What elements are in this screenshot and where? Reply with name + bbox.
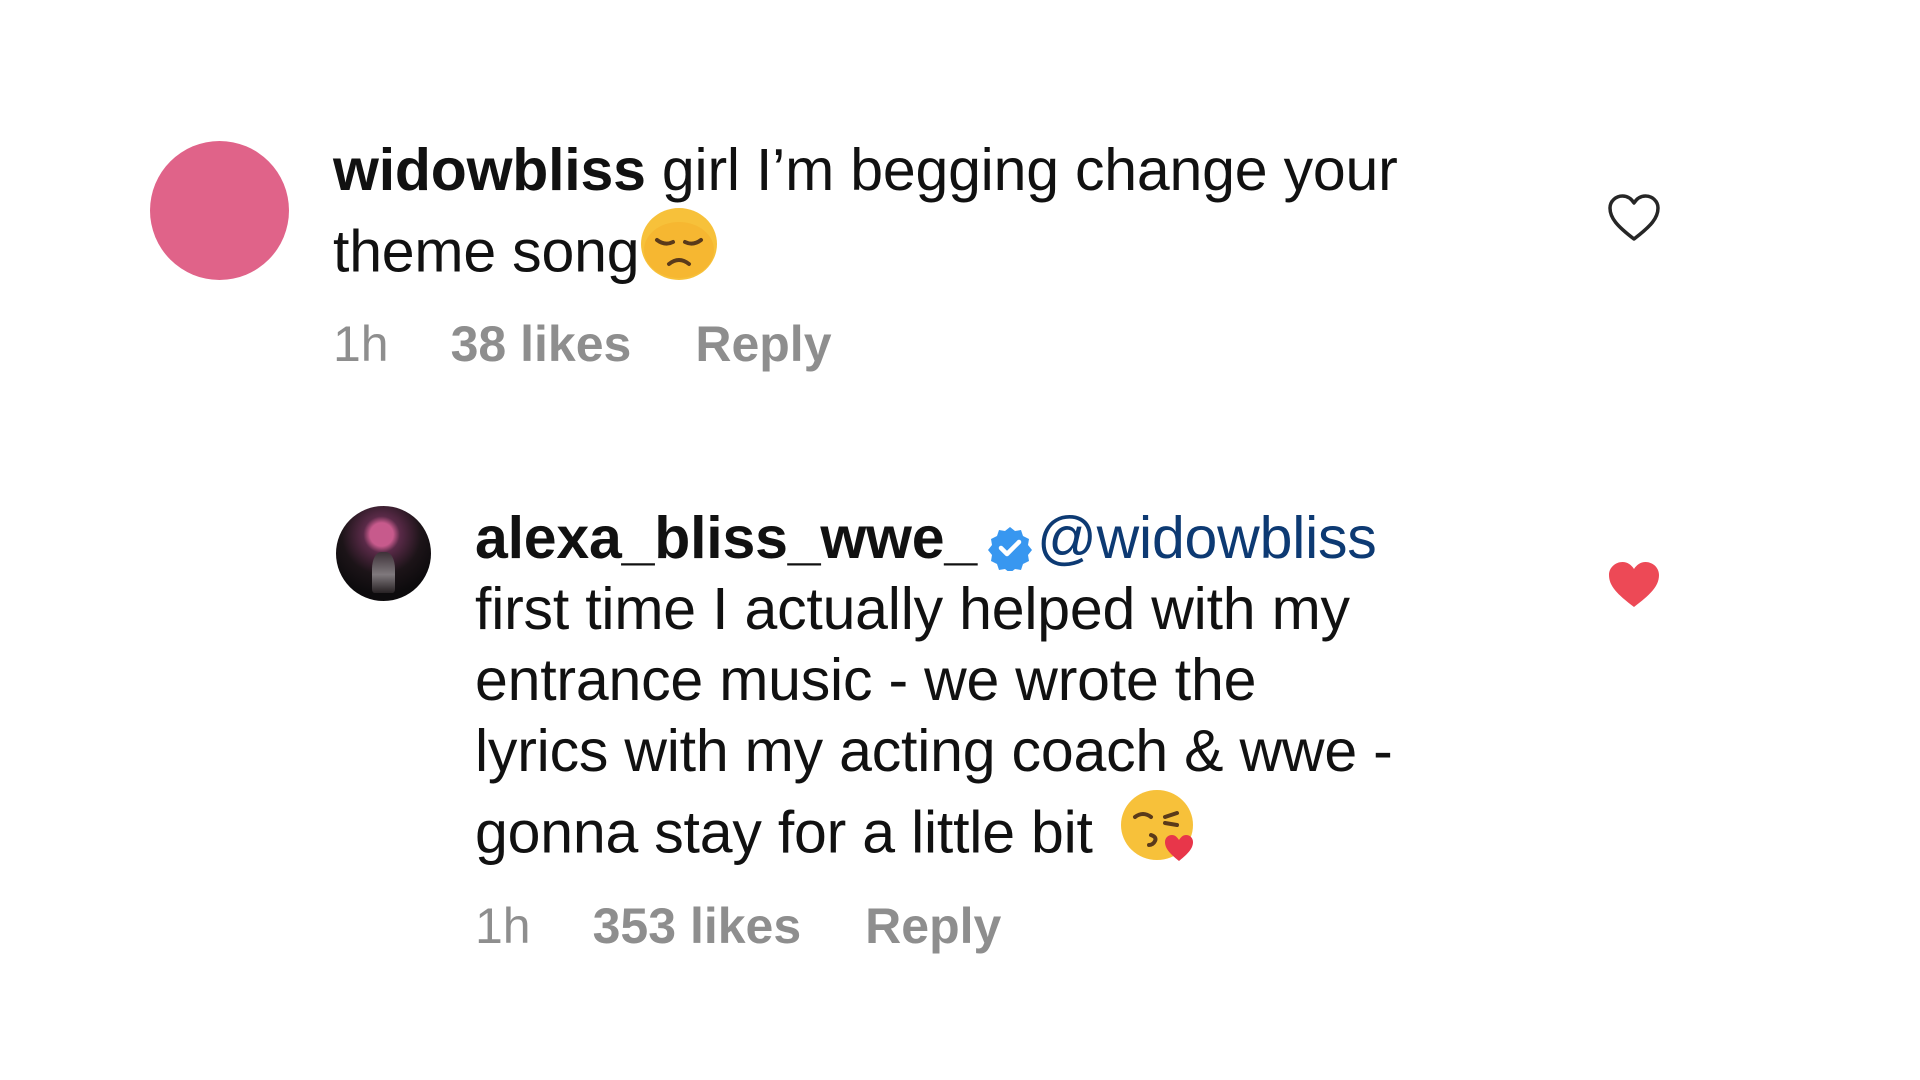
comment-likes[interactable]: 38 likes (451, 315, 632, 373)
comment-text-line: theme song (333, 218, 640, 285)
like-heart-icon[interactable] (1607, 193, 1661, 243)
comment-body: widowbliss girl I’m begging change your … (333, 135, 1583, 306)
face-blowing-a-kiss-icon (1119, 787, 1199, 879)
comment-text-line: gonna stay for a little bit (475, 799, 1093, 866)
comment-text-line: girl I’m begging change your (661, 137, 1398, 203)
comment-time: 1h (475, 898, 531, 954)
comment-meta: 1h 353 likes Reply (475, 897, 1001, 955)
comment-text-line: first time I actually helped with my (475, 576, 1350, 642)
comment-username[interactable]: widowbliss (333, 137, 646, 203)
avatar[interactable] (150, 141, 289, 280)
avatar-figure (372, 551, 395, 594)
comment-meta: 1h 38 likes Reply (333, 315, 832, 373)
liked-heart-icon[interactable] (1607, 560, 1661, 610)
comment-likes[interactable]: 353 likes (593, 897, 802, 955)
reply-button[interactable]: Reply (865, 897, 1001, 955)
comment-text-line: lyrics with my acting coach & wwe - (475, 718, 1393, 784)
verified-badge-icon (987, 516, 1033, 574)
comment-body: alexa_bliss_wwe_ @widowbliss first time … (475, 503, 1625, 887)
comment-username[interactable]: alexa_bliss_wwe_ (475, 505, 977, 571)
avatar[interactable] (336, 506, 431, 601)
disappointed-face-icon (639, 206, 719, 298)
comment-text-line: entrance music - we wrote the (475, 647, 1257, 713)
reply-button[interactable]: Reply (695, 315, 831, 373)
mention-link[interactable]: @widowbliss (1037, 505, 1377, 571)
comment-time: 1h (333, 316, 389, 372)
